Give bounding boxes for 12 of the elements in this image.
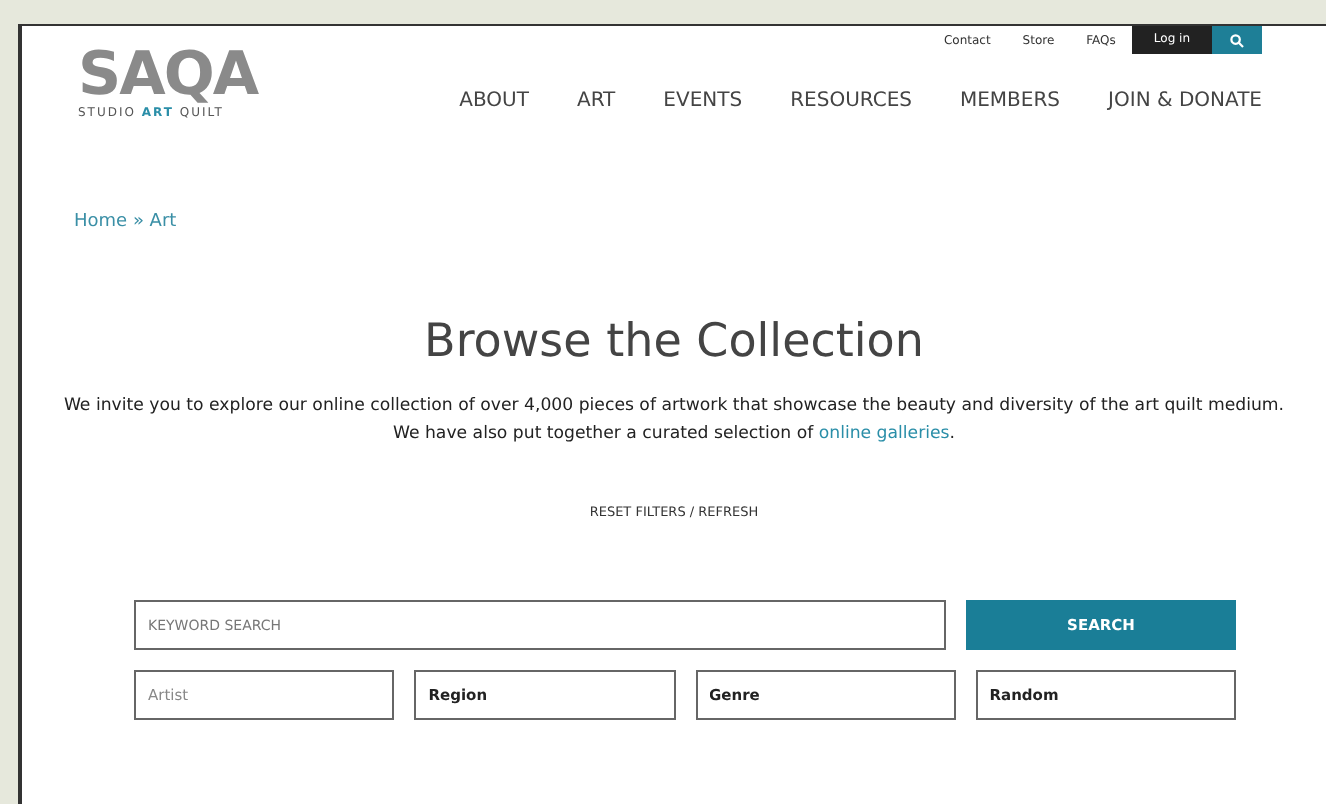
nav-link[interactable]: RESOURCES bbox=[790, 90, 912, 112]
nav-link[interactable]: JOIN & DONATE bbox=[1108, 90, 1262, 112]
breadcrumb[interactable]: Home » Art bbox=[22, 120, 1326, 232]
galleries-link[interactable]: online galleries bbox=[818, 424, 950, 444]
nav-link[interactable]: MEMBERS bbox=[959, 90, 1061, 112]
nav-link[interactable]: ART bbox=[576, 90, 616, 112]
search-icon bbox=[1230, 33, 1244, 47]
nav-link[interactable]: ABOUT bbox=[459, 90, 529, 112]
page-title: Browse the Collection bbox=[422, 316, 926, 368]
nav-link[interactable]: EVENTS bbox=[663, 90, 743, 112]
search-button[interactable] bbox=[1212, 26, 1262, 54]
intro-paragraph: We invite you to explore our online collection of over 4,000 pieces of artwork that showcase the beauty and diversity of the art quilt medium. We have also put together a curated selection of online galleries. bbox=[62, 394, 1286, 448]
